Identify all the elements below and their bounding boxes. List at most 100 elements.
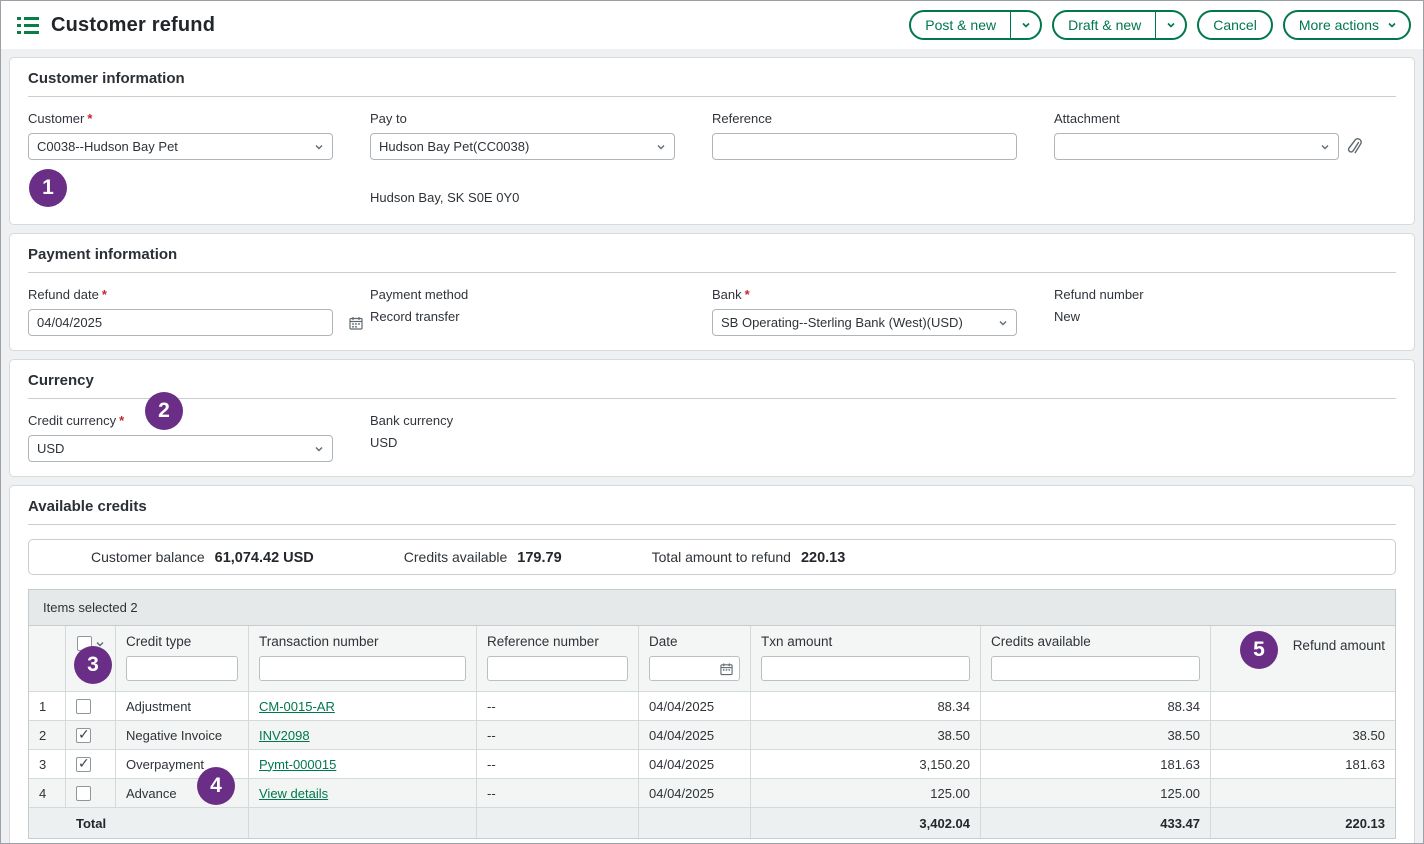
pay-to-field-group: Pay to Hudson Bay Pet(CC0038) Hudson Bay… xyxy=(370,111,712,205)
calendar-icon[interactable] xyxy=(720,662,733,675)
row-checkbox[interactable] xyxy=(76,786,91,801)
total-credits-available: 433.47 xyxy=(981,808,1211,838)
pay-to-select[interactable]: Hudson Bay Pet(CC0038) xyxy=(370,133,675,160)
payment-information-title: Payment information xyxy=(28,246,1396,273)
total-label: Total xyxy=(66,808,249,838)
reference-input[interactable] xyxy=(712,133,1017,160)
date-cell: 04/04/2025 xyxy=(639,779,751,808)
credit-currency-field-group: Credit currency* USD xyxy=(28,413,370,462)
transaction-number-header: Transaction number xyxy=(249,626,477,692)
txn-amount-cell: 3,150.20 xyxy=(751,750,981,779)
payment-method-field-group: Payment method Record transfer xyxy=(370,287,712,336)
date-cell: 04/04/2025 xyxy=(639,692,751,721)
bank-currency-label: Bank currency xyxy=(370,413,712,428)
chevron-down-icon xyxy=(314,142,324,152)
view-details-link[interactable]: View details xyxy=(259,786,328,801)
chevron-down-icon xyxy=(1320,142,1330,152)
more-actions-chevron-icon xyxy=(1387,20,1409,30)
total-refund-amount: 220.13 xyxy=(1211,808,1395,838)
table-row: 1 Adjustment CM-0015-AR -- 04/04/2025 88… xyxy=(29,692,1395,721)
paperclip-icon[interactable] xyxy=(1347,138,1362,156)
credit-currency-select[interactable]: USD xyxy=(28,435,333,462)
txn-amount-filter-input[interactable] xyxy=(761,656,970,681)
refund-amount-cell[interactable] xyxy=(1211,779,1395,808)
bank-currency-value: USD xyxy=(370,435,712,450)
main-content: Customer information Customer* C0038--Hu… xyxy=(1,49,1423,844)
reference-number-cell: -- xyxy=(477,692,639,721)
credits-available-cell: 88.34 xyxy=(981,692,1211,721)
chevron-down-icon xyxy=(314,444,324,454)
row-checkbox[interactable] xyxy=(76,757,91,772)
customer-refund-page: Customer refund Post & new Draft & new C… xyxy=(0,0,1424,844)
customer-field-group: Customer* C0038--Hudson Bay Pet xyxy=(28,111,370,205)
table-total-row: Total 3,402.04 433.47 220.13 xyxy=(29,808,1395,838)
transaction-number-filter-input[interactable] xyxy=(259,656,466,681)
pay-to-address: Hudson Bay, SK S0E 0Y0 xyxy=(370,190,712,205)
row-number: 4 xyxy=(29,779,66,808)
reference-number-cell: -- xyxy=(477,779,639,808)
credits-available-value: 179.79 xyxy=(517,550,561,566)
callout-badge-2: 2 xyxy=(145,392,183,430)
calendar-icon[interactable] xyxy=(349,316,363,330)
attachment-label: Attachment xyxy=(1054,111,1396,126)
credit-type-header: Credit type xyxy=(116,626,249,692)
customer-information-section: Customer information Customer* C0038--Hu… xyxy=(9,57,1415,225)
more-actions-button[interactable]: More actions xyxy=(1283,10,1411,40)
required-asterisk: * xyxy=(119,413,124,428)
total-refund-value: 220.13 xyxy=(801,550,845,566)
row-number-header xyxy=(29,626,66,692)
credits-available-cell: 181.63 xyxy=(981,750,1211,779)
transaction-link[interactable]: Pymt-000015 xyxy=(259,757,336,772)
row-checkbox[interactable] xyxy=(76,699,91,714)
transaction-link[interactable]: CM-0015-AR xyxy=(259,699,335,714)
refund-amount-cell[interactable]: 38.50 xyxy=(1211,721,1395,750)
bank-currency-field-group: Bank currency USD xyxy=(370,413,712,462)
reference-number-cell: -- xyxy=(477,750,639,779)
callout-badge-1: 1 xyxy=(29,169,67,207)
callout-badge-4: 4 xyxy=(197,767,235,805)
row-number: 1 xyxy=(29,692,66,721)
total-txn-amount: 3,402.04 xyxy=(751,808,981,838)
date-header: Date xyxy=(639,626,751,692)
refund-amount-cell[interactable] xyxy=(1211,692,1395,721)
draft-and-new-button[interactable]: Draft & new xyxy=(1052,10,1187,40)
reference-number-header: Reference number xyxy=(477,626,639,692)
cancel-button[interactable]: Cancel xyxy=(1197,10,1273,40)
table-row: 3 Overpayment Pymt-000015 -- 04/04/2025 … xyxy=(29,750,1395,779)
refund-date-label: Refund date xyxy=(28,287,99,302)
row-number: 2 xyxy=(29,721,66,750)
list-menu-icon[interactable] xyxy=(17,17,39,34)
reference-field-group: Reference xyxy=(712,111,1054,205)
currency-title: Currency xyxy=(28,372,1396,399)
chevron-down-icon xyxy=(998,318,1008,328)
refund-date-field-group: Refund date* 04/04/2025 xyxy=(28,287,370,336)
credit-type-filter-input[interactable] xyxy=(126,656,238,681)
post-and-new-dropdown[interactable] xyxy=(1010,12,1040,38)
credits-available-label: Credits available xyxy=(404,549,508,565)
customer-balance-label: Customer balance xyxy=(91,549,205,565)
required-asterisk: * xyxy=(87,111,92,126)
callout-badge-3: 3 xyxy=(74,646,112,684)
credits-available-cell: 38.50 xyxy=(981,721,1211,750)
credit-type-cell: Adjustment xyxy=(116,692,249,721)
refund-date-input[interactable]: 04/04/2025 xyxy=(28,309,333,336)
credit-type-cell: Negative Invoice xyxy=(116,721,249,750)
reference-number-filter-input[interactable] xyxy=(487,656,628,681)
attachment-select[interactable] xyxy=(1054,133,1339,160)
credit-currency-label: Credit currency xyxy=(28,413,116,428)
txn-amount-cell: 88.34 xyxy=(751,692,981,721)
post-and-new-button[interactable]: Post & new xyxy=(909,10,1042,40)
bank-select[interactable]: SB Operating--Sterling Bank (West)(USD) xyxy=(712,309,1017,336)
customer-select[interactable]: C0038--Hudson Bay Pet xyxy=(28,133,333,160)
required-asterisk: * xyxy=(745,287,750,302)
chevron-down-icon xyxy=(656,142,666,152)
reference-label: Reference xyxy=(712,111,1054,126)
row-checkbox[interactable] xyxy=(76,728,91,743)
refund-amount-cell[interactable]: 181.63 xyxy=(1211,750,1395,779)
draft-and-new-dropdown[interactable] xyxy=(1155,12,1185,38)
payment-method-label: Payment method xyxy=(370,287,712,302)
credits-available-filter-input[interactable] xyxy=(991,656,1200,681)
transaction-link[interactable]: INV2098 xyxy=(259,728,310,743)
txn-amount-cell: 38.50 xyxy=(751,721,981,750)
payment-method-value: Record transfer xyxy=(370,309,712,324)
